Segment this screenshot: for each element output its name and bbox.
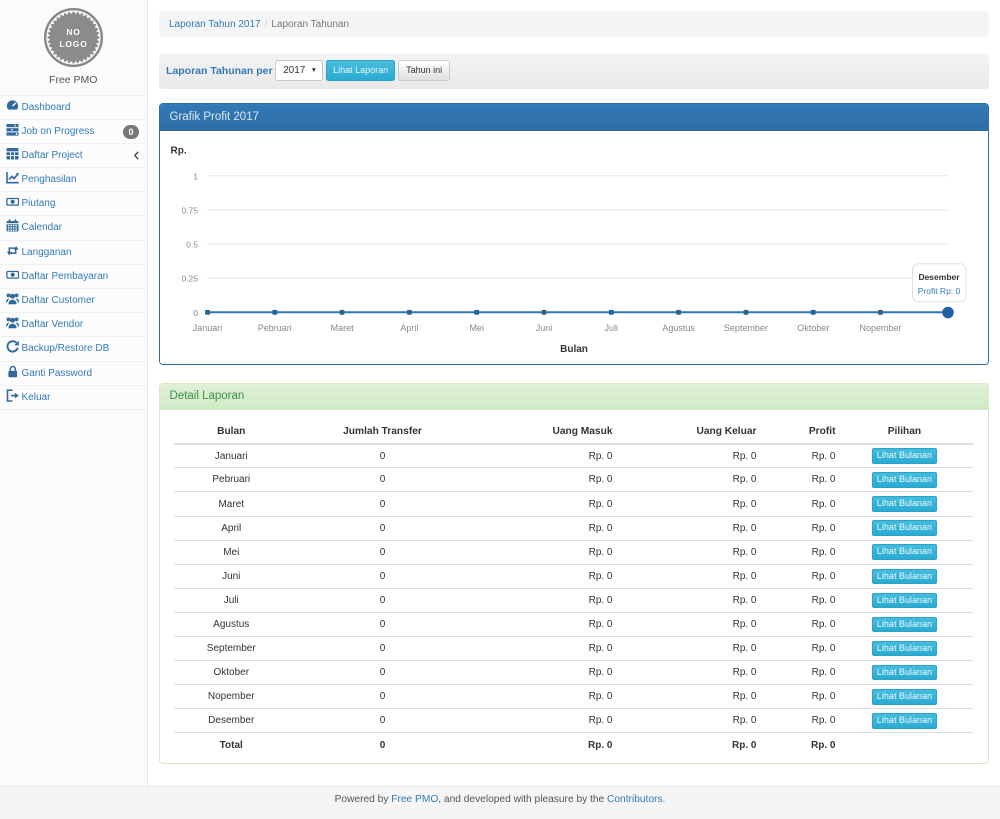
svg-text:0.75: 0.75	[181, 205, 198, 215]
svg-text:Nopember: Nopember	[859, 323, 901, 333]
svg-text:Agustus: Agustus	[662, 323, 695, 333]
svg-text:Maret: Maret	[330, 323, 354, 333]
svg-text:Bulan: Bulan	[560, 344, 588, 355]
svg-text:Januari: Januari	[192, 323, 222, 333]
svg-text:Juli: Juli	[604, 323, 618, 333]
svg-text:April: April	[400, 323, 418, 333]
svg-text:Juni: Juni	[535, 323, 552, 333]
svg-text:Profit Rp: 0: Profit Rp: 0	[917, 286, 960, 296]
svg-text:0: 0	[193, 307, 198, 317]
svg-text:NO: NO	[66, 27, 80, 37]
svg-text:LOGO: LOGO	[59, 39, 87, 49]
svg-text:Mei: Mei	[469, 323, 484, 333]
svg-text:0.25: 0.25	[181, 273, 198, 283]
svg-text:Desember: Desember	[918, 272, 960, 282]
svg-text:September: September	[723, 323, 767, 333]
svg-text:1: 1	[193, 171, 198, 181]
svg-text:0.5: 0.5	[186, 239, 198, 249]
svg-text:Oktober: Oktober	[797, 323, 829, 333]
svg-text:Rp.: Rp.	[170, 145, 186, 156]
svg-text:Pebruari: Pebruari	[257, 323, 291, 333]
